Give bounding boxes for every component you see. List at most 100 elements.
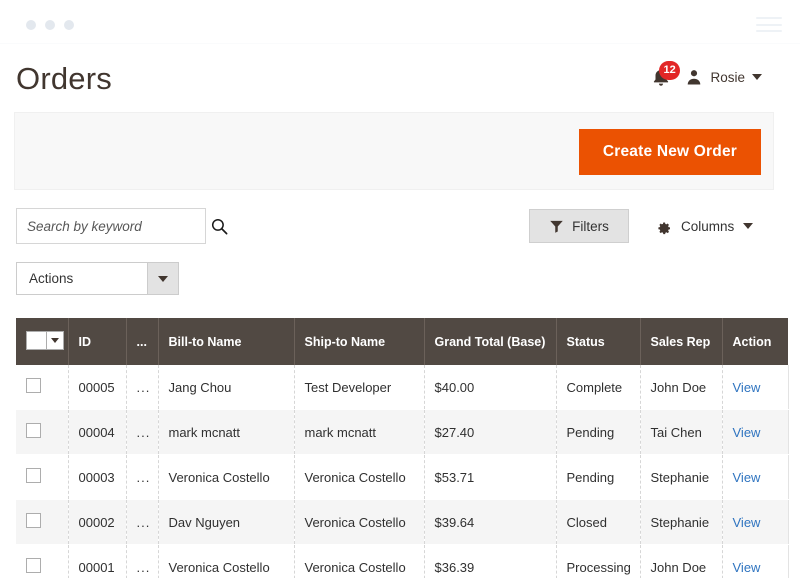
table-row[interactable]: 00005 ... Jang Chou Test Developer $40.0…: [16, 365, 789, 410]
create-new-order-button[interactable]: Create New Order: [578, 129, 761, 175]
hamburger-line-3: [756, 30, 782, 32]
header-actions: 12 Rosie: [650, 61, 762, 88]
table-row[interactable]: 00003 ... Veronica Costello Veronica Cos…: [16, 454, 789, 500]
cell-grand-total: $53.71: [424, 454, 557, 500]
view-link[interactable]: View: [733, 380, 761, 395]
grid-header: ID ... Bill-to Name Ship-to Name Grand T…: [16, 318, 788, 365]
cell-status: Complete: [556, 365, 641, 410]
cell-bill-to-name: Jang Chou: [158, 365, 295, 410]
dot-1-icon: [26, 20, 36, 30]
column-header-more[interactable]: ...: [126, 318, 159, 365]
cell-status: Closed: [556, 499, 641, 545]
grid-body: 00005 ... Jang Chou Test Developer $40.0…: [16, 365, 789, 578]
column-header-select[interactable]: [16, 318, 69, 365]
row-checkbox[interactable]: [26, 423, 41, 438]
search-input[interactable]: [27, 218, 206, 234]
row-select-cell[interactable]: [16, 409, 69, 455]
row-checkbox[interactable]: [26, 513, 41, 528]
row-checkbox[interactable]: [26, 558, 41, 573]
notification-badge: 12: [659, 61, 680, 80]
table-row[interactable]: 00001 ... Veronica Costello Veronica Cos…: [16, 544, 789, 578]
cell-more: ...: [126, 544, 159, 578]
column-header-sales-rep[interactable]: Sales Rep: [640, 318, 723, 365]
cell-action[interactable]: View: [722, 544, 789, 578]
select-all-checkbox[interactable]: [27, 332, 46, 349]
cell-grand-total: $36.39: [424, 544, 557, 578]
cell-action[interactable]: View: [722, 409, 789, 455]
column-header-ship-to-name[interactable]: Ship-to Name: [294, 318, 425, 365]
select-all-control[interactable]: [26, 331, 64, 350]
cell-status: Pending: [556, 454, 641, 500]
cell-ship-to-name: Test Developer: [294, 365, 425, 410]
row-select-cell[interactable]: [16, 499, 69, 545]
cell-id: 00005: [68, 365, 127, 410]
cell-more: ...: [126, 365, 159, 410]
user-menu[interactable]: Rosie: [685, 68, 762, 86]
grid-toolbar: Filters Columns: [0, 205, 800, 247]
browser-top-strip: [0, 0, 800, 44]
row-checkbox[interactable]: [26, 468, 41, 483]
cell-status: Pending: [556, 409, 641, 455]
cell-more: ...: [126, 499, 159, 545]
view-link[interactable]: View: [733, 515, 761, 530]
chevron-down-icon: [51, 338, 59, 343]
row-select-cell[interactable]: [16, 544, 69, 578]
view-link[interactable]: View: [733, 560, 761, 575]
cell-sales-rep: Stephanie: [640, 454, 723, 500]
columns-control[interactable]: Columns: [655, 209, 754, 243]
cell-more: ...: [126, 409, 159, 455]
cell-id: 00002: [68, 499, 127, 545]
cell-ship-to-name: Veronica Costello: [294, 544, 425, 578]
search-icon[interactable]: [210, 217, 229, 236]
dot-2-icon: [45, 20, 55, 30]
page-header: Orders 12 Rosie: [0, 44, 800, 110]
cell-action[interactable]: View: [722, 499, 789, 545]
funnel-icon: [550, 220, 563, 233]
cell-action[interactable]: View: [722, 454, 789, 500]
hamburger-line-1: [756, 17, 782, 19]
table-row[interactable]: 00002 ... Dav Nguyen Veronica Costello $…: [16, 499, 789, 545]
cell-ship-to-name: Veronica Costello: [294, 499, 425, 545]
cell-action[interactable]: View: [722, 365, 789, 410]
cell-id: 00001: [68, 544, 127, 578]
column-header-id[interactable]: ID: [68, 318, 127, 365]
row-select-cell[interactable]: [16, 454, 69, 500]
cell-sales-rep: Stephanie: [640, 499, 723, 545]
column-header-status[interactable]: Status: [556, 318, 641, 365]
hamburger-line-2: [756, 23, 782, 26]
actions-dropdown[interactable]: Actions: [16, 262, 179, 295]
cell-sales-rep: John Doe: [640, 544, 723, 578]
table-row[interactable]: 00004 ... mark mcnatt mark mcnatt $27.40…: [16, 409, 789, 455]
view-link[interactable]: View: [733, 470, 761, 485]
cell-id: 00004: [68, 409, 127, 455]
cell-grand-total: $40.00: [424, 365, 557, 410]
chevron-down-icon: [743, 223, 754, 229]
chevron-down-icon: [158, 275, 168, 282]
actions-dropdown-arrow[interactable]: [147, 263, 178, 294]
user-avatar-icon: [688, 70, 701, 85]
filters-button[interactable]: Filters: [529, 209, 629, 243]
cell-id: 00003: [68, 454, 127, 500]
view-link[interactable]: View: [733, 425, 761, 440]
column-header-grand-total-base[interactable]: Grand Total (Base): [424, 318, 557, 365]
cell-more: ...: [126, 454, 159, 500]
notifications-button[interactable]: 12: [650, 61, 680, 88]
user-name-label: Rosie: [710, 69, 745, 85]
row-select-cell[interactable]: [16, 365, 69, 410]
column-header-bill-to-name[interactable]: Bill-to Name: [158, 318, 295, 365]
grid-header-row: ID ... Bill-to Name Ship-to Name Grand T…: [16, 318, 788, 365]
filters-label: Filters: [572, 218, 609, 234]
cell-sales-rep: Tai Chen: [640, 409, 723, 455]
row-checkbox[interactable]: [26, 378, 41, 393]
actions-label: Actions: [29, 271, 74, 286]
hamburger-menu-icon[interactable]: [756, 17, 782, 32]
cell-bill-to-name: Veronica Costello: [158, 544, 295, 578]
page-title: Orders: [16, 61, 112, 96]
cell-bill-to-name: Dav Nguyen: [158, 499, 295, 545]
select-all-dropdown[interactable]: [46, 332, 63, 349]
cell-ship-to-name: Veronica Costello: [294, 454, 425, 500]
cell-sales-rep: John Doe: [640, 365, 723, 410]
dot-3-icon: [64, 20, 74, 30]
column-header-action: Action: [722, 318, 788, 365]
search-box[interactable]: [16, 208, 228, 244]
